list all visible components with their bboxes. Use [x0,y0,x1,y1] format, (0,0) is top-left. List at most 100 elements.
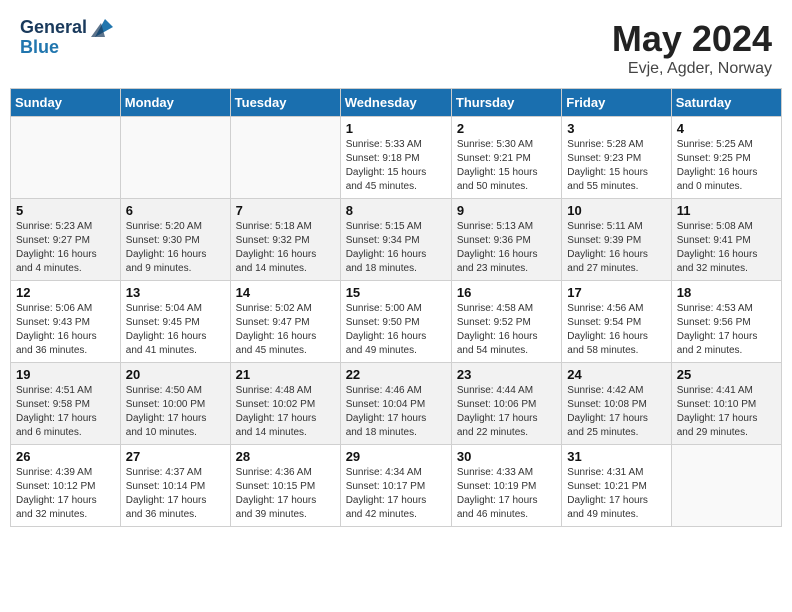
day-number: 9 [457,203,556,218]
day-info: Sunrise: 5:08 AM Sunset: 9:41 PM Dayligh… [677,220,776,276]
day-info: Sunrise: 5:04 AM Sunset: 9:45 PM Dayligh… [126,302,225,358]
day-info: Sunrise: 5:13 AM Sunset: 9:36 PM Dayligh… [457,220,556,276]
day-info: Sunrise: 4:42 AM Sunset: 10:08 PM Daylig… [567,384,665,440]
day-info: Sunrise: 5:11 AM Sunset: 9:39 PM Dayligh… [567,220,665,276]
day-info: Sunrise: 4:33 AM Sunset: 10:19 PM Daylig… [457,466,556,522]
day-number: 12 [16,285,115,300]
day-info: Sunrise: 4:48 AM Sunset: 10:02 PM Daylig… [236,384,335,440]
logo-general: General [20,18,87,38]
day-info: Sunrise: 4:58 AM Sunset: 9:52 PM Dayligh… [457,302,556,358]
day-number: 29 [346,449,446,464]
day-number: 28 [236,449,335,464]
day-cell: 8 Sunrise: 5:15 AM Sunset: 9:34 PM Daylig… [340,199,451,281]
title-area: May 2024 Evje, Agder, Norway [612,18,772,78]
day-cell [120,117,230,199]
day-number: 8 [346,203,446,218]
day-cell: 20 Sunrise: 4:50 AM Sunset: 10:00 PM Dayl… [120,363,230,445]
day-cell: 26Sunrise: 4:39 AM Sunset: 10:12 PM Dayl… [11,445,121,527]
day-cell: 1Sunrise: 5:33 AM Sunset: 9:18 PM Daylig… [340,117,451,199]
logo-blue: Blue [20,38,113,58]
day-info: Sunrise: 5:18 AM Sunset: 9:32 PM Dayligh… [236,220,335,276]
day-cell: 14 Sunrise: 5:02 AM Sunset: 9:47 PM Dayli… [230,281,340,363]
day-cell: 3 Sunrise: 5:28 AM Sunset: 9:23 PM Daylig… [562,117,671,199]
day-info: Sunrise: 4:44 AM Sunset: 10:06 PM Daylig… [457,384,556,440]
day-number: 4 [677,121,776,136]
day-number: 3 [567,121,665,136]
day-cell [671,445,781,527]
day-cell: 11 Sunrise: 5:08 AM Sunset: 9:41 PM Dayli… [671,199,781,281]
day-cell: 6 Sunrise: 5:20 AM Sunset: 9:30 PM Daylig… [120,199,230,281]
day-number: 7 [236,203,335,218]
day-number: 16 [457,285,556,300]
day-cell: 9 Sunrise: 5:13 AM Sunset: 9:36 PM Daylig… [451,199,561,281]
day-number: 15 [346,285,446,300]
day-cell: 29 Sunrise: 4:34 AM Sunset: 10:17 PM Dayl… [340,445,451,527]
day-info: Sunrise: 5:00 AM Sunset: 9:50 PM Dayligh… [346,302,446,358]
day-info: Sunrise: 5:02 AM Sunset: 9:47 PM Dayligh… [236,302,335,358]
day-info: Sunrise: 5:28 AM Sunset: 9:23 PM Dayligh… [567,138,665,194]
week-row-4: 19Sunrise: 4:51 AM Sunset: 9:58 PM Dayli… [11,363,782,445]
day-info: Sunrise: 4:34 AM Sunset: 10:17 PM Daylig… [346,466,446,522]
day-number: 13 [126,285,225,300]
day-cell [230,117,340,199]
day-info: Sunrise: 5:33 AM Sunset: 9:18 PM Dayligh… [346,138,446,194]
day-cell: 12 Sunrise: 5:06 AM Sunset: 9:43 PM Dayli… [11,281,121,363]
day-number: 23 [457,367,556,382]
day-number: 22 [346,367,446,382]
day-cell: 21 Sunrise: 4:48 AM Sunset: 10:02 PM Dayl… [230,363,340,445]
day-cell [11,117,121,199]
weekday-header-tuesday: Tuesday [230,89,340,117]
day-info: Sunrise: 5:30 AM Sunset: 9:21 PM Dayligh… [457,138,556,194]
day-cell: 25Sunrise: 4:41 AM Sunset: 10:10 PM Dayl… [671,363,781,445]
day-cell: 24Sunrise: 4:42 AM Sunset: 10:08 PM Dayl… [562,363,671,445]
day-number: 10 [567,203,665,218]
weekday-header-monday: Monday [120,89,230,117]
header: General Blue May 2024 Evje, Agder, Norwa… [10,10,782,82]
day-cell: 27 Sunrise: 4:37 AM Sunset: 10:14 PM Dayl… [120,445,230,527]
day-number: 21 [236,367,335,382]
day-cell: 2 Sunrise: 5:30 AM Sunset: 9:21 PM Daylig… [451,117,561,199]
location-title: Evje, Agder, Norway [612,60,772,78]
day-info: Sunrise: 5:20 AM Sunset: 9:30 PM Dayligh… [126,220,225,276]
day-cell: 13 Sunrise: 5:04 AM Sunset: 9:45 PM Dayli… [120,281,230,363]
calendar: SundayMondayTuesdayWednesdayThursdayFrid… [10,88,782,527]
day-number: 31 [567,449,665,464]
day-number: 17 [567,285,665,300]
day-info: Sunrise: 4:53 AM Sunset: 9:56 PM Dayligh… [677,302,776,358]
day-number: 27 [126,449,225,464]
day-info: Sunrise: 4:50 AM Sunset: 10:00 PM Daylig… [126,384,225,440]
weekday-header-saturday: Saturday [671,89,781,117]
day-info: Sunrise: 5:15 AM Sunset: 9:34 PM Dayligh… [346,220,446,276]
day-cell: 22 Sunrise: 4:46 AM Sunset: 10:04 PM Dayl… [340,363,451,445]
logo-icon [91,19,113,37]
day-number: 11 [677,203,776,218]
month-title: May 2024 [612,18,772,60]
day-cell: 4 Sunrise: 5:25 AM Sunset: 9:25 PM Daylig… [671,117,781,199]
day-number: 5 [16,203,115,218]
week-row-1: 1Sunrise: 5:33 AM Sunset: 9:18 PM Daylig… [11,117,782,199]
day-number: 2 [457,121,556,136]
day-cell: 28Sunrise: 4:36 AM Sunset: 10:15 PM Dayl… [230,445,340,527]
weekday-header-sunday: Sunday [11,89,121,117]
day-cell: 17Sunrise: 4:56 AM Sunset: 9:54 PM Dayli… [562,281,671,363]
day-cell: 16 Sunrise: 4:58 AM Sunset: 9:52 PM Dayli… [451,281,561,363]
day-cell: 23 Sunrise: 4:44 AM Sunset: 10:06 PM Dayl… [451,363,561,445]
day-number: 19 [16,367,115,382]
day-info: Sunrise: 4:37 AM Sunset: 10:14 PM Daylig… [126,466,225,522]
week-row-5: 26Sunrise: 4:39 AM Sunset: 10:12 PM Dayl… [11,445,782,527]
day-info: Sunrise: 4:46 AM Sunset: 10:04 PM Daylig… [346,384,446,440]
day-number: 18 [677,285,776,300]
day-number: 6 [126,203,225,218]
day-cell: 15 Sunrise: 5:00 AM Sunset: 9:50 PM Dayli… [340,281,451,363]
day-info: Sunrise: 5:25 AM Sunset: 9:25 PM Dayligh… [677,138,776,194]
day-number: 25 [677,367,776,382]
day-number: 20 [126,367,225,382]
week-row-3: 12 Sunrise: 5:06 AM Sunset: 9:43 PM Dayli… [11,281,782,363]
week-row-2: 5Sunrise: 5:23 AM Sunset: 9:27 PM Daylig… [11,199,782,281]
day-cell: 5Sunrise: 5:23 AM Sunset: 9:27 PM Daylig… [11,199,121,281]
day-info: Sunrise: 5:06 AM Sunset: 9:43 PM Dayligh… [16,302,115,358]
day-cell: 31Sunrise: 4:31 AM Sunset: 10:21 PM Dayl… [562,445,671,527]
weekday-header-row: SundayMondayTuesdayWednesdayThursdayFrid… [11,89,782,117]
day-number: 14 [236,285,335,300]
day-cell: 19Sunrise: 4:51 AM Sunset: 9:58 PM Dayli… [11,363,121,445]
